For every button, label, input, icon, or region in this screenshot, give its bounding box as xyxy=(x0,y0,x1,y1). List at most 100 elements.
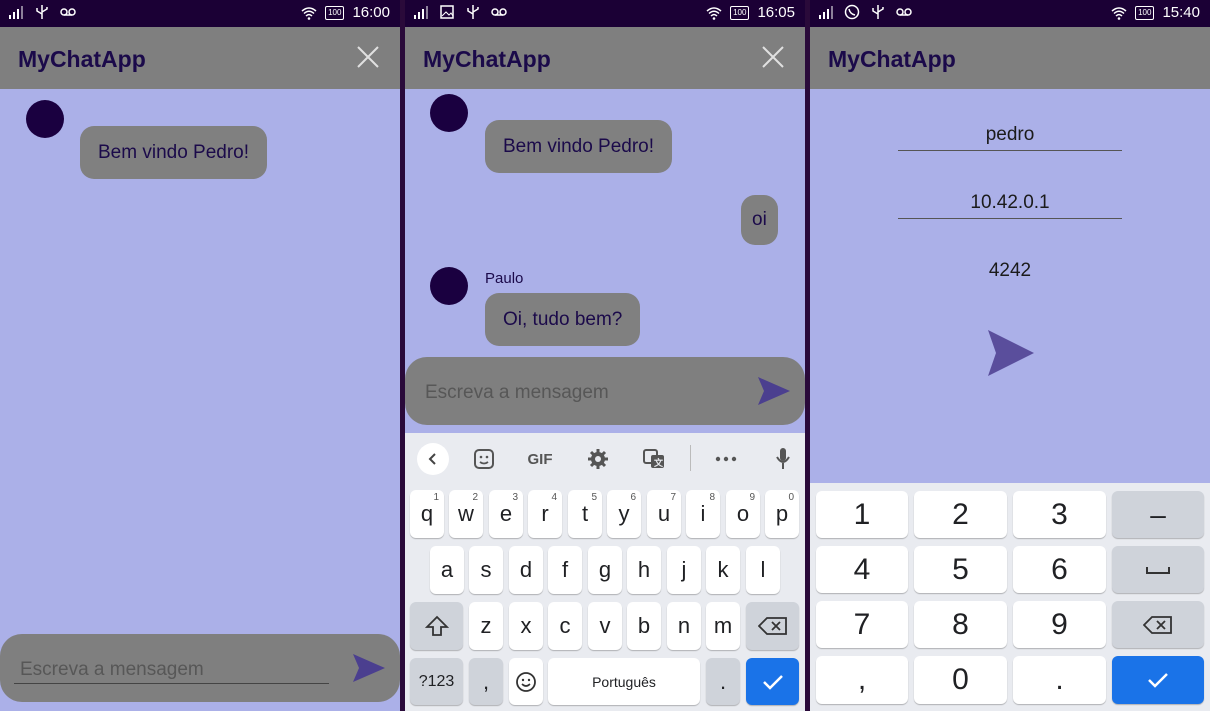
my-message-bubble: oi xyxy=(741,195,778,245)
key-w[interactable]: 2w xyxy=(449,490,483,538)
message-text: Bem vindo Pedro! xyxy=(98,141,250,163)
signal-icon xyxy=(414,6,428,19)
username-value: pedro xyxy=(985,124,1035,145)
battery-icon: 100 xyxy=(730,5,750,20)
key-h[interactable]: h xyxy=(627,546,661,594)
message-text: oi xyxy=(752,209,767,230)
close-icon[interactable] xyxy=(356,45,380,69)
whatsapp-icon xyxy=(844,4,860,20)
key-r[interactable]: 4r xyxy=(528,490,562,538)
space-key[interactable]: Português xyxy=(548,658,700,705)
comma-key[interactable]: , xyxy=(816,656,908,704)
minus-key[interactable]: – xyxy=(1112,491,1204,538)
emoji-icon xyxy=(516,671,536,692)
mic-icon[interactable] xyxy=(769,445,797,473)
wifi-icon xyxy=(301,6,317,20)
key-1[interactable]: 1 xyxy=(816,491,908,538)
enter-key[interactable] xyxy=(1112,656,1204,704)
field-underline xyxy=(898,150,1122,151)
send-icon[interactable] xyxy=(352,653,386,683)
key-4[interactable]: 4 xyxy=(816,546,908,593)
login-screen: 100 15:40 MyChatApp pedro 10.42.0.1 4242… xyxy=(810,0,1210,711)
key-k[interactable]: k xyxy=(706,546,740,594)
signal-icon xyxy=(9,6,23,19)
space-key[interactable] xyxy=(1112,546,1204,593)
port-field[interactable]: 4242 xyxy=(898,260,1122,287)
key-0[interactable]: 0 xyxy=(914,656,1007,704)
key-c[interactable]: c xyxy=(548,602,582,650)
key-m[interactable]: m xyxy=(706,602,740,650)
key-i[interactable]: 8i xyxy=(686,490,720,538)
emoji-key[interactable] xyxy=(509,658,543,705)
key-l[interactable]: l xyxy=(746,546,780,594)
period-key[interactable]: . xyxy=(706,658,740,705)
close-icon[interactable] xyxy=(761,45,785,69)
message-composer: Escreva a mensagem xyxy=(405,357,805,425)
settings-icon[interactable] xyxy=(584,445,612,473)
app-title: MyChatApp xyxy=(423,46,551,72)
key-f[interactable]: f xyxy=(548,546,582,594)
keyboard-toolbar: GIF 文 xyxy=(405,433,805,483)
key-8[interactable]: 8 xyxy=(914,601,1007,648)
field-underline xyxy=(898,218,1122,219)
key-6[interactable]: 6 xyxy=(1013,546,1106,593)
server-ip-field[interactable]: 10.42.0.1 xyxy=(898,192,1122,219)
symbols-key[interactable]: ?123 xyxy=(410,658,463,705)
chat-screen-empty: 100 16:00 MyChatApp Bem vindo Pedro! Esc… xyxy=(0,0,400,711)
period-key[interactable]: . xyxy=(1013,656,1106,704)
message-bubble: Oi, tudo bem? xyxy=(485,293,641,346)
key-p[interactable]: 0p xyxy=(765,490,799,538)
message-input[interactable]: Escreva a mensagem xyxy=(20,659,204,681)
usb-icon xyxy=(467,5,479,19)
key-2[interactable]: 2 xyxy=(914,491,1007,538)
app-bar: MyChatApp xyxy=(405,27,805,89)
message-text: Bem vindo Pedro! xyxy=(503,135,655,157)
key-z[interactable]: z xyxy=(469,602,503,650)
backspace-key[interactable] xyxy=(1112,601,1204,648)
numeric-keypad: 1 2 3 – 4 5 6 7 8 9 , 0 . xyxy=(810,483,1210,711)
avatar xyxy=(26,100,64,138)
key-g[interactable]: g xyxy=(588,546,622,594)
clock: 15:40 xyxy=(1162,4,1200,21)
comma-key[interactable]: , xyxy=(469,658,503,705)
key-y[interactable]: 6y xyxy=(607,490,641,538)
key-o[interactable]: 9o xyxy=(726,490,760,538)
key-5[interactable]: 5 xyxy=(914,546,1007,593)
enter-key[interactable] xyxy=(746,658,799,705)
message-composer: Escreva a mensagem xyxy=(0,634,400,702)
voicemail-icon xyxy=(491,8,507,16)
shift-key[interactable] xyxy=(410,602,463,650)
key-e[interactable]: 3e xyxy=(489,490,523,538)
key-u[interactable]: 7u xyxy=(647,490,681,538)
key-b[interactable]: b xyxy=(627,602,661,650)
back-chevron-icon[interactable] xyxy=(417,443,449,475)
signal-icon xyxy=(819,6,833,19)
username-field[interactable]: pedro xyxy=(898,124,1122,151)
backspace-key[interactable] xyxy=(746,602,799,650)
key-j[interactable]: j xyxy=(667,546,701,594)
usb-icon xyxy=(36,5,48,19)
send-icon[interactable] xyxy=(986,328,1036,378)
message-input[interactable]: Escreva a mensagem xyxy=(425,382,609,404)
key-7[interactable]: 7 xyxy=(816,601,908,648)
key-s[interactable]: s xyxy=(469,546,503,594)
voicemail-icon xyxy=(60,8,76,16)
key-t[interactable]: 5t xyxy=(568,490,602,538)
port-value: 4242 xyxy=(988,260,1032,281)
battery-icon: 100 xyxy=(1135,5,1155,20)
send-icon[interactable] xyxy=(757,376,791,406)
key-a[interactable]: a xyxy=(430,546,464,594)
key-d[interactable]: d xyxy=(509,546,543,594)
status-bar: 100 16:05 xyxy=(405,0,805,27)
key-v[interactable]: v xyxy=(588,602,622,650)
key-x[interactable]: x xyxy=(509,602,543,650)
key-3[interactable]: 3 xyxy=(1013,491,1106,538)
translate-icon[interactable]: 文 xyxy=(640,445,668,473)
key-n[interactable]: n xyxy=(667,602,701,650)
key-9[interactable]: 9 xyxy=(1013,601,1106,648)
more-icon[interactable] xyxy=(712,445,740,473)
sticker-icon[interactable] xyxy=(470,445,498,473)
key-q[interactable]: 1q xyxy=(410,490,444,538)
gif-button[interactable]: GIF xyxy=(525,445,555,473)
message-bubble: Bem vindo Pedro! xyxy=(485,120,673,173)
